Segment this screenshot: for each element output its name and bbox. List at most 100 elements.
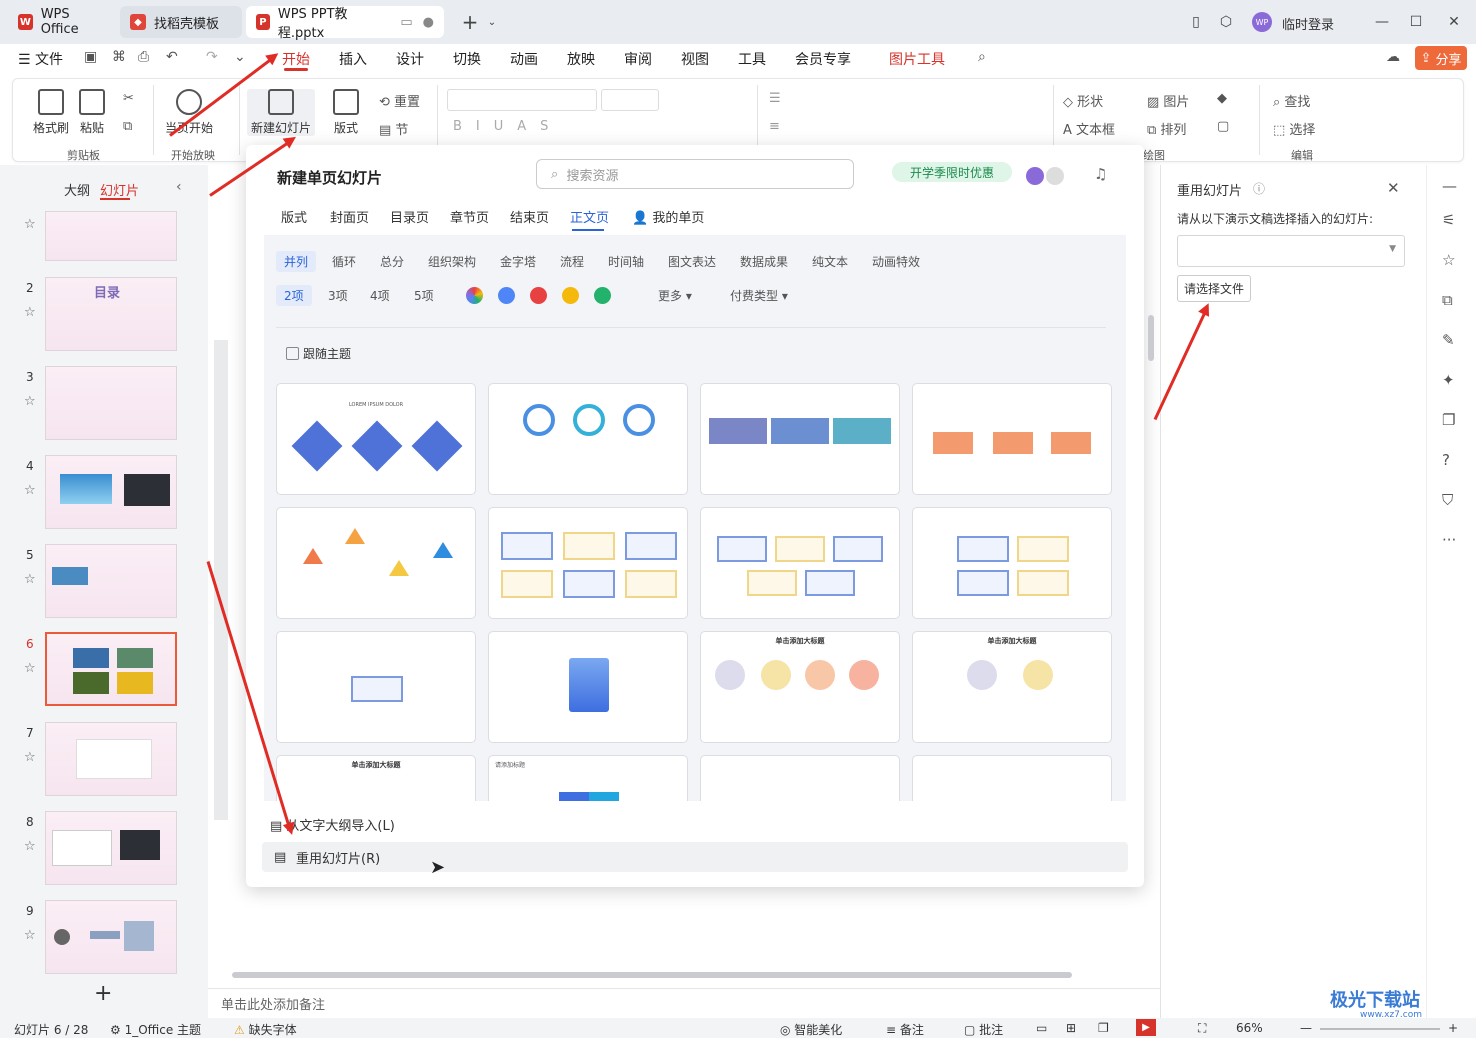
star-icon[interactable]: ☆ xyxy=(1442,251,1455,269)
tab-document[interactable]: P WPS PPT教程.pptx ▭ ● xyxy=(246,6,444,41)
font-name-select[interactable] xyxy=(447,89,597,111)
slide-thumb-9[interactable] xyxy=(45,900,177,974)
slide-thumb-3[interactable] xyxy=(45,366,177,440)
category-plain-text[interactable]: 纯文本 xyxy=(812,253,848,270)
slides-tab[interactable]: 幻灯片 xyxy=(100,180,139,199)
slide-thumb-2[interactable]: 目录 xyxy=(45,277,177,351)
book-icon[interactable]: ❐ xyxy=(1442,411,1455,429)
template-card[interactable] xyxy=(488,383,688,495)
grid-view-icon[interactable]: ⊞ xyxy=(1066,1021,1076,1035)
bullet-list-icon[interactable]: ☰ xyxy=(769,91,781,106)
template-card[interactable]: 单击添加大标题 xyxy=(276,755,476,801)
template-card[interactable] xyxy=(276,507,476,619)
reset-button[interactable]: ⟲ 重置 xyxy=(379,91,420,110)
template-card[interactable] xyxy=(700,755,900,801)
link-icon[interactable]: ⌘ xyxy=(112,49,126,65)
menu-review[interactable]: 审阅 xyxy=(624,49,652,69)
textbox-button[interactable]: A 文本框 xyxy=(1063,119,1115,138)
template-card[interactable]: LOREM IPSUM DOLOR xyxy=(276,383,476,495)
adjust-icon[interactable]: ⚟ xyxy=(1442,211,1455,229)
menu-design[interactable]: 设计 xyxy=(396,49,424,69)
popup-tab-toc[interactable]: 目录页 xyxy=(390,207,429,226)
help-icon[interactable]: ? xyxy=(1442,451,1450,469)
category-image-text[interactable]: 图文表达 xyxy=(668,253,716,270)
fit-icon[interactable]: ⛶ xyxy=(1198,1021,1206,1036)
zoom-level[interactable]: 66% xyxy=(1236,1021,1263,1035)
category-org[interactable]: 组织架构 xyxy=(428,253,476,270)
popup-tab-ending[interactable]: 结束页 xyxy=(510,207,549,226)
category-flow[interactable]: 流程 xyxy=(560,253,584,270)
reuse-slides-button[interactable]: ▤ 重用幻灯片(R) xyxy=(262,842,1128,872)
collapse-icon[interactable]: — xyxy=(1442,177,1457,195)
save-icon[interactable]: ▣ xyxy=(84,49,97,65)
cut-icon[interactable]: ✂ xyxy=(123,91,134,106)
menu-member[interactable]: 会员专享 xyxy=(795,49,851,69)
menu-transition[interactable]: 切换 xyxy=(453,49,481,69)
play-icon[interactable]: ▶ xyxy=(1136,1019,1156,1036)
cube-icon[interactable]: ⬡ xyxy=(1214,10,1238,34)
reading-view-icon[interactable]: ❐ xyxy=(1098,1021,1109,1035)
more-filter[interactable]: 更多 ▾ xyxy=(658,287,692,304)
copy-icon[interactable]: ⧉ xyxy=(123,119,132,134)
color-all-icon[interactable] xyxy=(466,287,483,304)
color-green[interactable] xyxy=(594,287,611,304)
color-blue[interactable] xyxy=(498,287,515,304)
normal-view-icon[interactable]: ▭ xyxy=(1036,1021,1047,1035)
close-icon[interactable]: ✕ xyxy=(1387,179,1400,197)
new-tab-icon[interactable]: + xyxy=(458,10,482,34)
color-yellow[interactable] xyxy=(562,287,579,304)
pay-type-filter[interactable]: 付费类型 ▾ xyxy=(730,287,788,304)
cloud-icon[interactable]: ☁ xyxy=(1386,49,1400,65)
outline-tab[interactable]: 大纲 xyxy=(64,180,90,199)
zoom-out-icon[interactable]: — xyxy=(1300,1021,1312,1035)
slide-thumb-1[interactable] xyxy=(45,211,177,261)
category-animation[interactable]: 动画特效 xyxy=(872,253,920,270)
popup-tab-cover[interactable]: 封面页 xyxy=(330,207,369,226)
align-left-icon[interactable]: ≡ xyxy=(769,119,780,134)
select-file-button[interactable]: 请选择文件 xyxy=(1177,275,1252,302)
copy-icon[interactable]: ⧉ xyxy=(1442,291,1453,309)
slide-thumb-7[interactable] xyxy=(45,722,177,796)
template-card[interactable]: 单击添加大标题 xyxy=(700,631,900,743)
outline-icon[interactable]: ▢ xyxy=(1217,119,1229,134)
zoom-in-icon[interactable]: + xyxy=(1448,1021,1458,1035)
maximize-icon[interactable]: ☐ xyxy=(1404,10,1428,34)
tab-wps-office[interactable]: W WPS Office xyxy=(8,6,116,38)
more-icon[interactable]: ··· xyxy=(1442,531,1456,549)
beautify-button[interactable]: ◎ 智能美化 xyxy=(780,1021,842,1038)
template-card[interactable]: 单击添加大标题 xyxy=(912,631,1112,743)
popup-tab-layout[interactable]: 版式 xyxy=(281,207,307,226)
undo-icon[interactable]: ↶ xyxy=(166,49,178,65)
category-parallel[interactable]: 并列 xyxy=(276,251,317,272)
file-menu[interactable]: ☰ 文件 xyxy=(18,49,63,69)
template-card[interactable] xyxy=(488,507,688,619)
picture-button[interactable]: ▨ 图片 xyxy=(1147,91,1189,110)
category-data[interactable]: 数据成果 xyxy=(740,253,788,270)
template-card[interactable] xyxy=(912,383,1112,495)
avatar[interactable] xyxy=(1026,167,1044,185)
paste-button[interactable]: 粘贴 xyxy=(79,89,105,136)
notes-button[interactable]: ≡ 备注 xyxy=(886,1021,924,1038)
template-card[interactable] xyxy=(488,631,688,743)
menu-view[interactable]: 视图 xyxy=(681,49,709,69)
slide-thumb-8[interactable] xyxy=(45,811,177,885)
shirt-icon[interactable]: ⛉ xyxy=(1442,491,1453,509)
animation-icon[interactable]: ✎ xyxy=(1442,331,1455,349)
slide-thumb-6[interactable] xyxy=(45,632,177,706)
select-button[interactable]: ⬚ 选择 xyxy=(1273,119,1315,138)
template-card[interactable] xyxy=(700,383,900,495)
chevron-down-icon[interactable]: ⌄ xyxy=(480,10,504,34)
login-label[interactable]: 临时登录 xyxy=(1282,14,1334,33)
category-timeline[interactable]: 时间轴 xyxy=(608,253,644,270)
shape-button[interactable]: ◇ 形状 xyxy=(1063,91,1103,110)
slide-thumb-4[interactable] xyxy=(45,455,177,529)
category-cycle[interactable]: 循环 xyxy=(332,253,356,270)
template-card[interactable] xyxy=(700,507,900,619)
zoom-slider[interactable] xyxy=(1320,1028,1440,1030)
help-icon[interactable]: ⓘ xyxy=(1253,180,1265,197)
search-icon[interactable]: ⌕ xyxy=(978,49,986,65)
popup-tab-body[interactable]: 正文页 xyxy=(570,207,609,226)
slide-thumb-5[interactable] xyxy=(45,544,177,618)
menu-insert[interactable]: 插入 xyxy=(339,49,367,69)
category-pyramid[interactable]: 金字塔 xyxy=(500,253,536,270)
